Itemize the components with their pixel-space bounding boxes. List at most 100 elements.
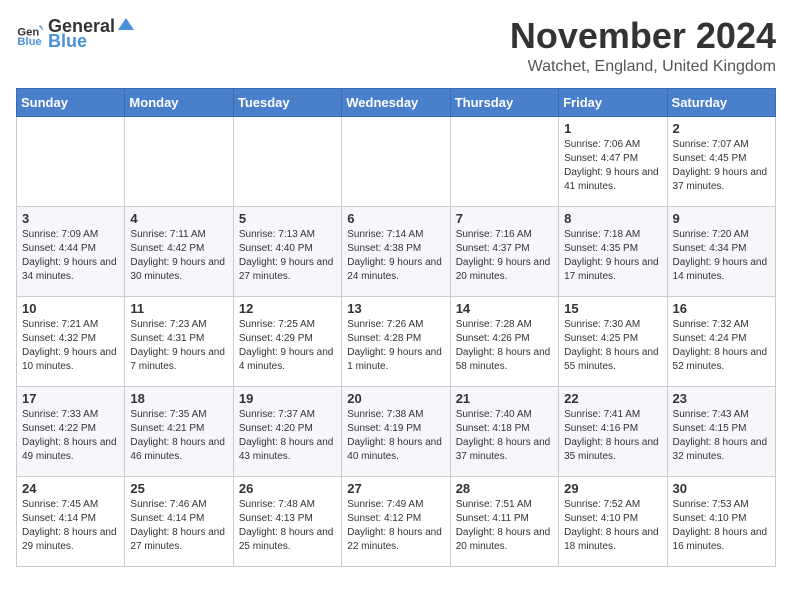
day-number: 26 bbox=[239, 481, 336, 496]
day-info: Sunrise: 7:13 AM Sunset: 4:40 PM Dayligh… bbox=[239, 228, 336, 284]
day-cell-6: 6 Sunrise: 7:14 AM Sunset: 4:38 PM Daylig… bbox=[342, 206, 450, 296]
calendar-table: SundayMondayTuesdayWednesdayThursdayFrid… bbox=[16, 88, 776, 567]
day-info: Sunrise: 7:37 AM Sunset: 4:20 PM Dayligh… bbox=[239, 408, 336, 464]
header-day-saturday: Saturday bbox=[667, 88, 775, 116]
day-info: Sunrise: 7:35 AM Sunset: 4:21 PM Dayligh… bbox=[130, 408, 227, 464]
day-cell-19: 19 Sunrise: 7:37 AM Sunset: 4:20 PM Dayli… bbox=[233, 386, 341, 476]
day-number: 6 bbox=[347, 211, 444, 226]
header-day-thursday: Thursday bbox=[450, 88, 558, 116]
day-cell-9: 9 Sunrise: 7:20 AM Sunset: 4:34 PM Daylig… bbox=[667, 206, 775, 296]
day-cell-27: 27Sunrise: 7:49 AM Sunset: 4:12 PM Dayli… bbox=[342, 476, 450, 566]
day-number: 18 bbox=[130, 391, 227, 406]
day-cell-2: 2 Sunrise: 7:07 AM Sunset: 4:45 PM Daylig… bbox=[667, 116, 775, 206]
day-cell-1: 1Sunrise: 7:06 AM Sunset: 4:47 PM Daylig… bbox=[559, 116, 667, 206]
day-info: Sunrise: 7:21 AM Sunset: 4:32 PM Dayligh… bbox=[22, 318, 119, 374]
day-number: 30 bbox=[673, 481, 770, 496]
day-number: 5 bbox=[239, 211, 336, 226]
day-number: 17 bbox=[22, 391, 119, 406]
day-cell-29: 29 Sunrise: 7:52 AM Sunset: 4:10 PM Dayli… bbox=[559, 476, 667, 566]
empty-cell bbox=[233, 116, 341, 206]
empty-cell bbox=[17, 116, 125, 206]
day-cell-28: 28Sunrise: 7:51 AM Sunset: 4:11 PM Dayli… bbox=[450, 476, 558, 566]
day-info: Sunrise: 7:45 AM Sunset: 4:14 PM Dayligh… bbox=[22, 498, 119, 554]
day-cell-4: 4Sunrise: 7:11 AM Sunset: 4:42 PM Daylig… bbox=[125, 206, 233, 296]
day-number: 9 bbox=[673, 211, 770, 226]
day-cell-21: 21 Sunrise: 7:40 AM Sunset: 4:18 PM Dayli… bbox=[450, 386, 558, 476]
week-row-4: 17 Sunrise: 7:33 AM Sunset: 4:22 PM Dayli… bbox=[17, 386, 776, 476]
week-row-5: 24 Sunrise: 7:45 AM Sunset: 4:14 PM Dayli… bbox=[17, 476, 776, 566]
day-info: Sunrise: 7:14 AM Sunset: 4:38 PM Dayligh… bbox=[347, 228, 444, 284]
day-cell-8: 8 Sunrise: 7:18 AM Sunset: 4:35 PM Daylig… bbox=[559, 206, 667, 296]
day-info: Sunrise: 7:53 AM Sunset: 4:10 PM Dayligh… bbox=[673, 498, 770, 554]
day-number: 24 bbox=[22, 481, 119, 496]
day-number: 13 bbox=[347, 301, 444, 316]
svg-text:Blue: Blue bbox=[17, 36, 41, 48]
header-day-sunday: Sunday bbox=[17, 88, 125, 116]
day-number: 11 bbox=[130, 301, 227, 316]
day-info: Sunrise: 7:49 AM Sunset: 4:12 PM Dayligh… bbox=[347, 498, 444, 554]
day-cell-10: 10Sunrise: 7:21 AM Sunset: 4:32 PM Dayli… bbox=[17, 296, 125, 386]
day-number: 8 bbox=[564, 211, 661, 226]
day-cell-12: 12Sunrise: 7:25 AM Sunset: 4:29 PM Dayli… bbox=[233, 296, 341, 386]
day-info: Sunrise: 7:23 AM Sunset: 4:31 PM Dayligh… bbox=[130, 318, 227, 374]
location-title: Watchet, England, United Kingdom bbox=[510, 58, 776, 76]
week-row-2: 3Sunrise: 7:09 AM Sunset: 4:44 PM Daylig… bbox=[17, 206, 776, 296]
logo-icon: Gen Blue bbox=[16, 20, 44, 48]
day-number: 22 bbox=[564, 391, 661, 406]
day-number: 3 bbox=[22, 211, 119, 226]
day-cell-7: 7 Sunrise: 7:16 AM Sunset: 4:37 PM Daylig… bbox=[450, 206, 558, 296]
day-info: Sunrise: 7:20 AM Sunset: 4:34 PM Dayligh… bbox=[673, 228, 770, 284]
day-info: Sunrise: 7:43 AM Sunset: 4:15 PM Dayligh… bbox=[673, 408, 770, 464]
day-number: 28 bbox=[456, 481, 553, 496]
day-number: 2 bbox=[673, 121, 770, 136]
header-day-wednesday: Wednesday bbox=[342, 88, 450, 116]
day-info: Sunrise: 7:48 AM Sunset: 4:13 PM Dayligh… bbox=[239, 498, 336, 554]
day-number: 20 bbox=[347, 391, 444, 406]
day-cell-30: 30 Sunrise: 7:53 AM Sunset: 4:10 PM Dayli… bbox=[667, 476, 775, 566]
day-info: Sunrise: 7:38 AM Sunset: 4:19 PM Dayligh… bbox=[347, 408, 444, 464]
day-info: Sunrise: 7:25 AM Sunset: 4:29 PM Dayligh… bbox=[239, 318, 336, 374]
day-info: Sunrise: 7:11 AM Sunset: 4:42 PM Dayligh… bbox=[130, 228, 227, 284]
day-info: Sunrise: 7:40 AM Sunset: 4:18 PM Dayligh… bbox=[456, 408, 553, 464]
day-cell-23: 23 Sunrise: 7:43 AM Sunset: 4:15 PM Dayli… bbox=[667, 386, 775, 476]
day-cell-25: 25 Sunrise: 7:46 AM Sunset: 4:14 PM Dayli… bbox=[125, 476, 233, 566]
logo-arrow-icon bbox=[116, 14, 134, 32]
logo: Gen Blue General Blue bbox=[16, 16, 134, 52]
header-row: SundayMondayTuesdayWednesdayThursdayFrid… bbox=[17, 88, 776, 116]
day-info: Sunrise: 7:32 AM Sunset: 4:24 PM Dayligh… bbox=[673, 318, 770, 374]
day-info: Sunrise: 7:46 AM Sunset: 4:14 PM Dayligh… bbox=[130, 498, 227, 554]
day-cell-16: 16Sunrise: 7:32 AM Sunset: 4:24 PM Dayli… bbox=[667, 296, 775, 386]
empty-cell bbox=[342, 116, 450, 206]
day-number: 7 bbox=[456, 211, 553, 226]
month-title: November 2024 bbox=[510, 16, 776, 56]
day-cell-15: 15Sunrise: 7:30 AM Sunset: 4:25 PM Dayli… bbox=[559, 296, 667, 386]
day-number: 19 bbox=[239, 391, 336, 406]
day-cell-13: 13Sunrise: 7:26 AM Sunset: 4:28 PM Dayli… bbox=[342, 296, 450, 386]
day-cell-20: 20 Sunrise: 7:38 AM Sunset: 4:19 PM Dayli… bbox=[342, 386, 450, 476]
day-info: Sunrise: 7:06 AM Sunset: 4:47 PM Dayligh… bbox=[564, 138, 661, 194]
day-number: 15 bbox=[564, 301, 661, 316]
day-number: 29 bbox=[564, 481, 661, 496]
day-number: 14 bbox=[456, 301, 553, 316]
day-cell-3: 3Sunrise: 7:09 AM Sunset: 4:44 PM Daylig… bbox=[17, 206, 125, 296]
day-number: 21 bbox=[456, 391, 553, 406]
day-cell-18: 18 Sunrise: 7:35 AM Sunset: 4:21 PM Dayli… bbox=[125, 386, 233, 476]
day-number: 23 bbox=[673, 391, 770, 406]
day-cell-22: 22 Sunrise: 7:41 AM Sunset: 4:16 PM Dayli… bbox=[559, 386, 667, 476]
calendar-body: 1Sunrise: 7:06 AM Sunset: 4:47 PM Daylig… bbox=[17, 116, 776, 566]
day-info: Sunrise: 7:07 AM Sunset: 4:45 PM Dayligh… bbox=[673, 138, 770, 194]
day-cell-5: 5 Sunrise: 7:13 AM Sunset: 4:40 PM Daylig… bbox=[233, 206, 341, 296]
empty-cell bbox=[450, 116, 558, 206]
calendar-header: SundayMondayTuesdayWednesdayThursdayFrid… bbox=[17, 88, 776, 116]
day-info: Sunrise: 7:52 AM Sunset: 4:10 PM Dayligh… bbox=[564, 498, 661, 554]
title-area: November 2024 Watchet, England, United K… bbox=[510, 16, 776, 76]
day-info: Sunrise: 7:18 AM Sunset: 4:35 PM Dayligh… bbox=[564, 228, 661, 284]
day-info: Sunrise: 7:33 AM Sunset: 4:22 PM Dayligh… bbox=[22, 408, 119, 464]
day-info: Sunrise: 7:16 AM Sunset: 4:37 PM Dayligh… bbox=[456, 228, 553, 284]
day-info: Sunrise: 7:41 AM Sunset: 4:16 PM Dayligh… bbox=[564, 408, 661, 464]
empty-cell bbox=[125, 116, 233, 206]
day-cell-26: 26 Sunrise: 7:48 AM Sunset: 4:13 PM Dayli… bbox=[233, 476, 341, 566]
day-cell-24: 24 Sunrise: 7:45 AM Sunset: 4:14 PM Dayli… bbox=[17, 476, 125, 566]
header-day-friday: Friday bbox=[559, 88, 667, 116]
day-number: 25 bbox=[130, 481, 227, 496]
